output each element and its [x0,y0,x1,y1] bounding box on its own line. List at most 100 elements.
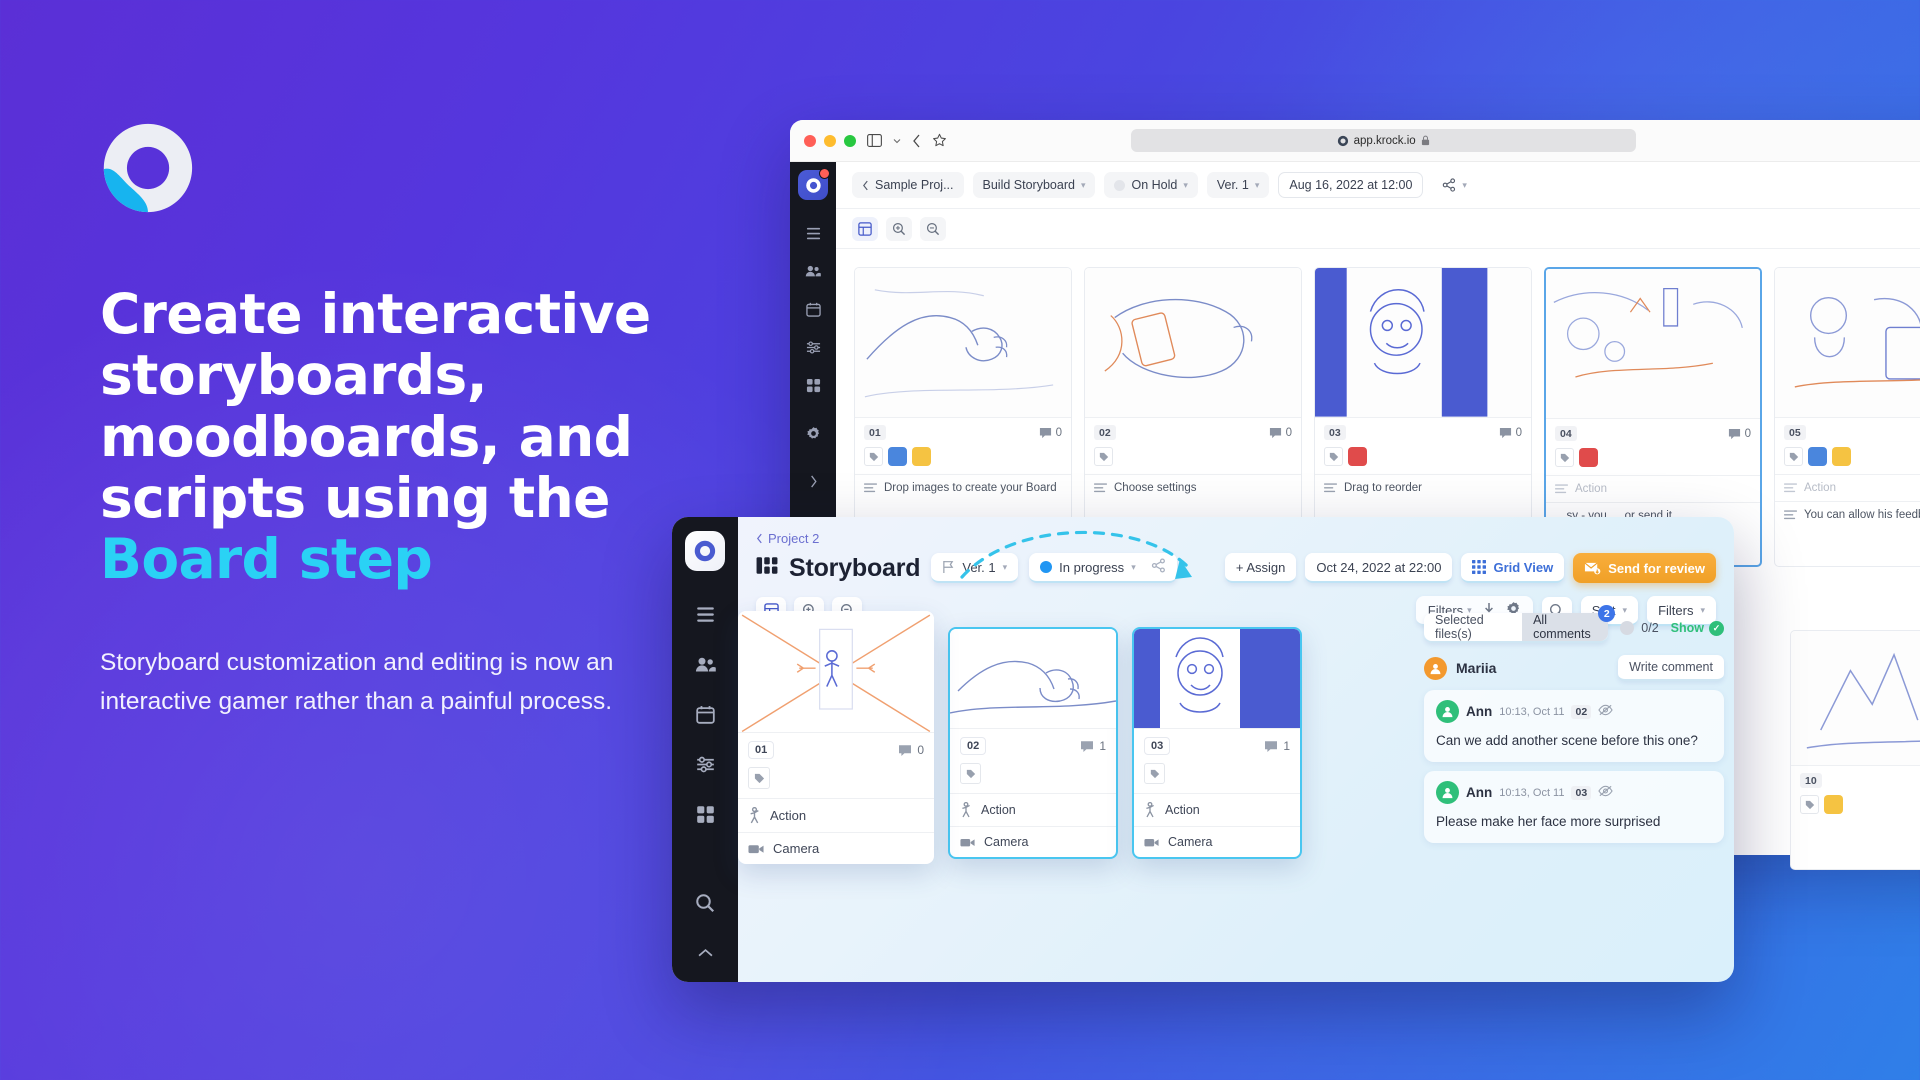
avatar[interactable] [1424,656,1447,680]
scene-thumbnail[interactable] [1546,269,1760,419]
scene-camera-row[interactable]: Camera [950,826,1116,857]
sidebar-item-list[interactable] [684,593,726,635]
tag-icon[interactable] [1784,447,1803,466]
zoom-in-icon[interactable] [886,216,912,241]
close-window-button[interactable] [804,134,816,147]
sidebar-item-sliders[interactable] [684,743,726,785]
sidebar-expand-button[interactable] [796,464,830,498]
url-bar[interactable]: app.krock.io [1130,129,1636,152]
scene-comment-count[interactable]: 0 [1499,426,1522,439]
scene-action-row[interactable]: Action [950,793,1116,826]
grid-view-icon[interactable] [852,216,878,241]
tab-all-comments[interactable]: All comments 2 [1522,605,1616,641]
tag-icon[interactable] [1324,447,1343,466]
show-toggle[interactable]: Show ✓ [1671,620,1724,636]
scene-note-secondary[interactable]: You can allow his feedback [1775,501,1920,528]
tag-icon[interactable] [864,447,883,466]
scene-comment-count[interactable]: 0 [1269,426,1292,439]
tag-swatch[interactable] [888,447,907,466]
scene-action-row[interactable]: Action [1134,793,1300,826]
scene-note[interactable]: Drag to reorder [1315,474,1531,501]
version-dropdown[interactable]: Ver. 1 ▾ [931,553,1019,583]
scene-camera-row[interactable]: Camera [1134,826,1300,857]
grid-view-button[interactable]: Grid View [1461,553,1565,583]
version-dropdown[interactable]: Ver. 1 ▾ [1206,172,1270,198]
minimize-window-button[interactable] [824,134,836,147]
scene-note[interactable]: Action [1775,474,1920,501]
scene-card[interactable]: 02 1 Action Camera [948,627,1118,859]
assign-button[interactable]: + Assign [1224,553,1297,583]
send-for-review-button[interactable]: Send for review [1573,553,1716,583]
tag-swatch[interactable] [1579,448,1598,467]
scene-thumbnail[interactable] [1791,631,1920,766]
sidebar-item-grid[interactable] [684,793,726,835]
due-date-field[interactable]: Oct 24, 2022 at 22:00 [1305,553,1453,583]
scene-thumbnail[interactable] [738,611,934,733]
maximize-window-button[interactable] [844,134,856,147]
eye-off-icon[interactable] [1598,703,1613,721]
tag-icon[interactable] [1144,763,1165,784]
tag-swatch[interactable] [1824,795,1843,814]
sidebar-toggle-icon[interactable] [867,134,882,147]
scene-thumbnail[interactable] [950,629,1116,729]
sidebar-item-sliders[interactable] [796,330,830,364]
tag-swatch[interactable] [912,447,931,466]
sidebar-collapse-button[interactable] [684,932,726,974]
comment-item[interactable]: Ann 10:13, Oct 11 03 Please make her fac… [1424,771,1724,844]
zoom-out-icon[interactable] [920,216,946,241]
sidebar-item-search[interactable] [684,882,726,924]
scene-note[interactable]: Choose settings [1085,474,1301,501]
sidebar-item-people[interactable] [684,643,726,685]
chevron-down-icon[interactable] [893,138,901,144]
avatar[interactable] [1436,700,1459,723]
due-date-field[interactable]: Aug 16, 2022 at 12:00 [1278,172,1424,198]
scene-card[interactable]: 05 0 A [1774,267,1920,567]
breadcrumb[interactable]: Project 2 [756,531,1716,546]
scene-card[interactable]: 01 0 Action Camera [738,611,934,864]
tag-swatch[interactable] [1808,447,1827,466]
sidebar-item-settings[interactable] [796,416,830,450]
scene-thumbnail[interactable] [1315,268,1531,418]
app-logo[interactable] [798,168,830,200]
scene-card[interactable]: 10 0 [1790,630,1920,870]
tag-icon[interactable] [1555,448,1574,467]
scene-note[interactable]: Drop images to create your Board [855,474,1071,501]
star-icon[interactable] [932,133,947,148]
scene-comment-count[interactable]: 1 [1264,739,1290,753]
status-dropdown[interactable]: On Hold ▾ [1104,172,1198,198]
write-comment-button[interactable]: Write comment [1618,655,1724,681]
share-button[interactable]: ▾ [1432,172,1477,198]
sidebar-item-list[interactable] [796,216,830,250]
sidebar-item-grid[interactable] [796,368,830,402]
scene-thumbnail[interactable] [1134,629,1300,729]
app-logo[interactable] [685,531,725,571]
scene-camera-row[interactable]: Camera [738,832,934,864]
sidebar-item-calendar[interactable] [684,693,726,735]
tab-selected-files[interactable]: Selected files(s) [1424,613,1523,641]
comments-tabs[interactable]: Selected files(s) All comments 2 [1424,605,1616,643]
scene-card[interactable]: 03 1 Action Camera [1132,627,1302,859]
back-to-project-button[interactable]: Sample Proj... [852,172,964,198]
tag-icon[interactable] [1800,795,1819,814]
share-icon[interactable] [1151,558,1166,576]
tag-swatch[interactable] [1832,447,1851,466]
scene-thumbnail[interactable] [1775,268,1920,418]
scene-note[interactable]: Action [1546,475,1760,502]
scene-comment-count[interactable]: 1 [1080,739,1106,753]
build-storyboard-dropdown[interactable]: Build Storyboard ▾ [972,172,1096,198]
tag-icon[interactable] [1094,447,1113,466]
scene-thumbnail[interactable] [1085,268,1301,418]
eye-off-icon[interactable] [1598,784,1613,802]
scene-comment-count[interactable]: 0 [898,743,924,757]
tag-swatch[interactable] [1348,447,1367,466]
tag-icon[interactable] [960,763,981,784]
window-controls[interactable] [804,134,856,147]
tag-icon[interactable] [748,767,770,789]
status-dropdown[interactable]: In progress ▾ [1029,553,1177,583]
scene-comment-count[interactable]: 0 [1039,426,1062,439]
scene-thumbnail[interactable] [855,268,1071,418]
sidebar-item-calendar[interactable] [796,292,830,326]
scene-comment-count[interactable]: 0 [1728,427,1751,440]
sidebar-item-people[interactable] [796,254,830,288]
scene-action-row[interactable]: Action [738,798,934,832]
